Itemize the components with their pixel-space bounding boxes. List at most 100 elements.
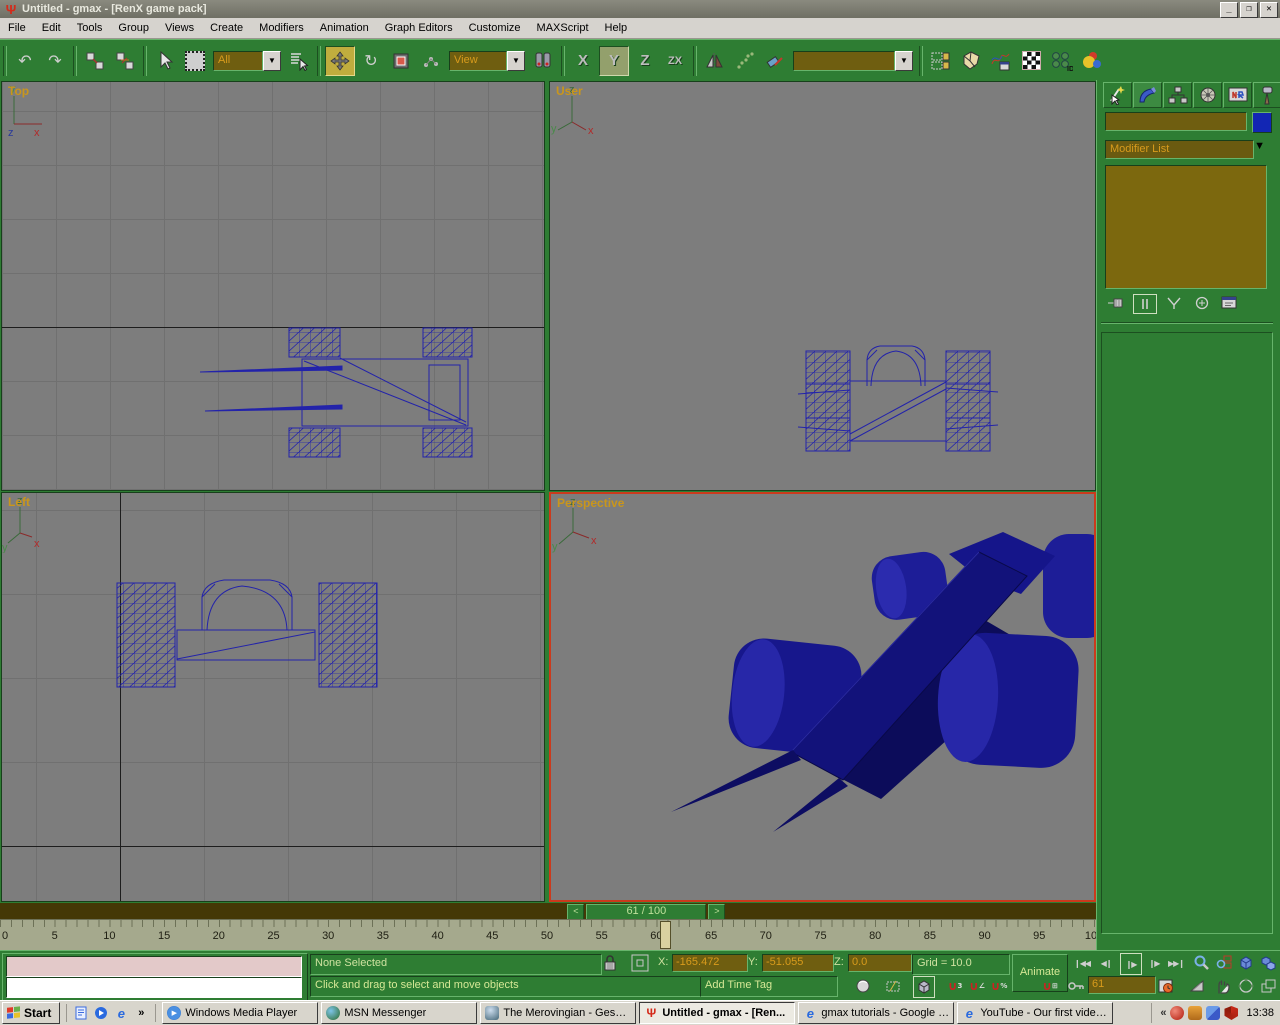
- render-effects-icon[interactable]: [1077, 47, 1105, 75]
- selection-lock-icon[interactable]: [600, 953, 620, 973]
- taskbar-task-1[interactable]: MSN Messenger: [321, 1002, 477, 1024]
- taskbar-task-4[interactable]: egmax tutorials - Google S...: [798, 1002, 954, 1024]
- viewport-label-user[interactable]: User: [556, 84, 583, 98]
- viewport-label-left[interactable]: Left: [8, 495, 30, 509]
- zoom-all-icon[interactable]: [1214, 953, 1234, 973]
- redo-icon[interactable]: ↷: [41, 47, 69, 75]
- min-max-toggle-icon[interactable]: [1258, 976, 1278, 996]
- zoom-icon[interactable]: [1192, 953, 1212, 973]
- taskbar-task-2[interactable]: The Merovingian - Gesprek: [480, 1002, 636, 1024]
- menu-item-tools[interactable]: Tools: [69, 19, 111, 37]
- menu-item-views[interactable]: Views: [157, 19, 202, 37]
- menu-item-customize[interactable]: Customize: [461, 19, 529, 37]
- select-by-name-icon[interactable]: [285, 47, 313, 75]
- next-frame-arrow[interactable]: >: [708, 904, 725, 919]
- select-and-link-icon[interactable]: [81, 47, 109, 75]
- modifier-stack[interactable]: [1105, 165, 1267, 289]
- menu-item-modifiers[interactable]: Modifiers: [251, 19, 312, 37]
- track-bar[interactable]: 0510152025303540455055606570758085909510…: [0, 919, 1096, 951]
- taskbar-task-0[interactable]: ▶Windows Media Player: [162, 1002, 318, 1024]
- spinner-snap-icon[interactable]: ∪⊞: [1040, 976, 1060, 996]
- angle-snap-icon[interactable]: ∪∠: [967, 976, 987, 996]
- set-key-icon[interactable]: [1066, 976, 1086, 996]
- hierarchy-tab-icon[interactable]: [1163, 82, 1192, 108]
- display-tab-icon[interactable]: [1223, 82, 1252, 108]
- zoom-extents-all-icon[interactable]: [1258, 953, 1278, 973]
- create-tab-icon[interactable]: [1103, 82, 1132, 108]
- minimize-button[interactable]: _: [1220, 2, 1238, 18]
- quick-launch-document-icon[interactable]: [73, 1005, 89, 1021]
- restrict-z-icon[interactable]: Z: [631, 47, 659, 75]
- tray-security-shield-icon[interactable]: [1224, 1006, 1238, 1020]
- viewport-left[interactable]: Left z y x: [1, 492, 545, 902]
- named-selection-dropdown[interactable]: ▼: [793, 51, 913, 71]
- select-and-rotate-icon[interactable]: ↻: [357, 47, 385, 75]
- percent-snap-icon[interactable]: ∪%: [989, 976, 1009, 996]
- show-end-result-icon[interactable]: [1133, 294, 1157, 314]
- array-icon[interactable]: [731, 47, 759, 75]
- maxscript-mini-listener[interactable]: [2, 953, 308, 1001]
- menu-item-group[interactable]: Group: [110, 19, 157, 37]
- restrict-x-icon[interactable]: X: [569, 47, 597, 75]
- next-frame-icon[interactable]: ❙▶: [1144, 953, 1164, 973]
- material-editor-icon[interactable]: [1017, 47, 1045, 75]
- play-animation-icon[interactable]: ❙▶: [1120, 953, 1142, 975]
- menu-item-animation[interactable]: Animation: [312, 19, 377, 37]
- align-icon[interactable]: [761, 47, 789, 75]
- menu-item-create[interactable]: Create: [202, 19, 251, 37]
- restrict-plane-icon[interactable]: ZX: [661, 47, 689, 75]
- rectangular-selection-region-icon[interactable]: [181, 47, 209, 75]
- viewport-user[interactable]: User z y x: [549, 81, 1096, 491]
- y-coordinate-field[interactable]: -51.055: [762, 954, 834, 972]
- select-and-move-icon[interactable]: [325, 46, 355, 76]
- utilities-tab-icon[interactable]: [1253, 82, 1280, 108]
- z-coordinate-field[interactable]: 0.0: [848, 954, 912, 972]
- tray-antivirus-icon[interactable]: [1170, 1006, 1184, 1020]
- remove-modifier-icon[interactable]: [1191, 294, 1213, 312]
- time-configuration-icon[interactable]: [1156, 976, 1176, 996]
- track-view-icon[interactable]: [927, 47, 955, 75]
- object-name-field[interactable]: [1105, 112, 1247, 131]
- transform-gizmo-toggle-icon[interactable]: [913, 976, 935, 998]
- curve-editor-icon[interactable]: [987, 47, 1015, 75]
- chevron-down-icon[interactable]: ▼: [507, 51, 525, 71]
- field-of-view-icon[interactable]: [1188, 976, 1208, 996]
- viewport-top[interactable]: Top y z x: [1, 81, 545, 491]
- reference-coordinate-dropdown[interactable]: View ▼: [449, 51, 525, 71]
- arc-rotate-icon[interactable]: [1236, 976, 1256, 996]
- restrict-y-icon[interactable]: Y: [599, 46, 629, 76]
- select-and-scale-icon[interactable]: [387, 47, 415, 75]
- quick-launch-ie-icon[interactable]: e: [113, 1005, 129, 1021]
- chevron-down-icon[interactable]: ▼: [895, 51, 913, 71]
- undo-icon[interactable]: ↶: [11, 47, 39, 75]
- unlink-selection-icon[interactable]: [111, 47, 139, 75]
- zoom-extents-icon[interactable]: [1236, 953, 1256, 973]
- start-button[interactable]: Start: [2, 1002, 60, 1024]
- menu-item-graph-editors[interactable]: Graph Editors: [377, 19, 461, 37]
- quick-launch-more-chevron[interactable]: »: [133, 1005, 149, 1021]
- add-time-tag-field[interactable]: Add Time Tag: [700, 976, 838, 997]
- use-pivot-point-center-icon[interactable]: [529, 47, 557, 75]
- current-frame-marker[interactable]: [660, 921, 671, 949]
- selection-filter-dropdown[interactable]: All ▼: [213, 51, 281, 71]
- taskbar-task-5[interactable]: eYouTube - Our first video...: [957, 1002, 1113, 1024]
- previous-frame-arrow[interactable]: <: [567, 904, 584, 919]
- modifier-list-dropdown[interactable]: Modifier List ▼: [1105, 140, 1265, 159]
- make-unique-icon[interactable]: [1163, 294, 1185, 312]
- menu-item-maxscript[interactable]: MAXScript: [529, 19, 597, 37]
- viewport-perspective[interactable]: Perspective z y x: [549, 492, 1096, 902]
- tray-chevron-icon[interactable]: «: [1160, 1007, 1166, 1019]
- current-frame-field[interactable]: 61: [1088, 976, 1156, 994]
- previous-frame-icon[interactable]: ◀❙: [1096, 953, 1116, 973]
- motion-tab-icon[interactable]: [1193, 82, 1222, 108]
- material-id-icon[interactable]: ID: [1047, 47, 1075, 75]
- snap-toggle-3d-icon[interactable]: ∪3: [945, 976, 965, 996]
- listener-input-field[interactable]: [6, 977, 302, 998]
- taskbar-task-3[interactable]: ΨUntitled - gmax - [Ren...: [639, 1002, 795, 1024]
- go-to-start-icon[interactable]: ❙◀◀: [1072, 953, 1092, 973]
- object-color-swatch[interactable]: [1252, 112, 1272, 133]
- configure-modifier-sets-icon[interactable]: [1219, 294, 1241, 312]
- menu-item-edit[interactable]: Edit: [34, 19, 69, 37]
- close-button[interactable]: ✕: [1260, 2, 1278, 18]
- viewport-label-top[interactable]: Top: [8, 84, 29, 98]
